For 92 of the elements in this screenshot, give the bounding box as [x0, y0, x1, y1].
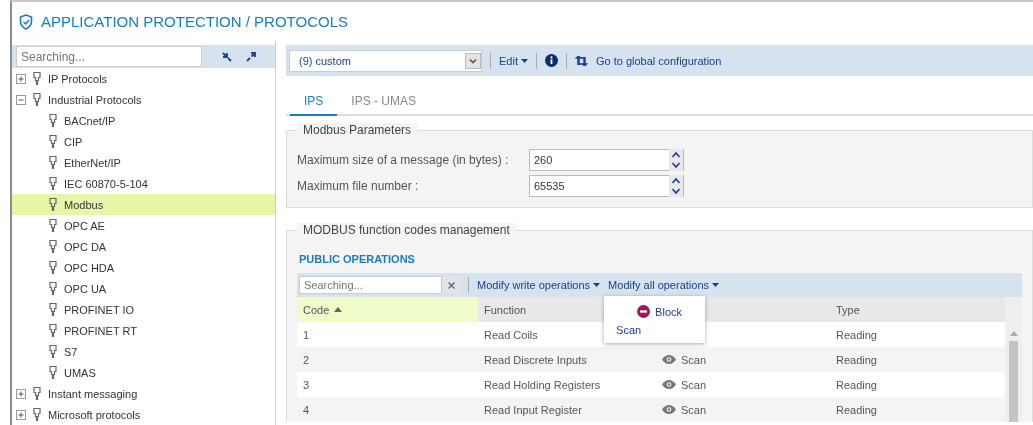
table-cell-text: Reading	[835, 378, 877, 391]
panel-legend: Modbus Parameters	[297, 123, 418, 137]
tree-item[interactable]: OPC DA	[12, 236, 275, 257]
pin-icon	[49, 324, 57, 337]
pin-icon	[49, 114, 57, 127]
section-heading: PUBLIC OPERATIONS	[299, 253, 416, 265]
tree-item[interactable]: PROFINET IO	[12, 299, 275, 320]
expand-all-icon[interactable]	[246, 51, 256, 62]
tree-item[interactable]: OPC AE	[12, 215, 275, 236]
field-label: Maximum size of a message (in bytes) :	[297, 153, 510, 167]
sort-ascending-icon	[334, 307, 343, 312]
swap-arrows-icon[interactable]	[574, 55, 588, 66]
pin-icon	[49, 177, 57, 190]
expand-icon[interactable]	[16, 388, 26, 399]
table-cell-text: 2	[302, 353, 310, 366]
caret-icon	[712, 283, 719, 287]
pin-icon	[49, 240, 57, 253]
field-label: Maximum file number :	[297, 179, 420, 193]
profile-select[interactable]: (9) custom	[289, 49, 482, 72]
tree-item[interactable]: S7	[12, 341, 275, 362]
table-cell-text: Read Input Register	[483, 403, 582, 416]
column-header[interactable]: Code	[297, 297, 478, 322]
tree-item[interactable]: EtherNet/IP	[12, 152, 275, 173]
clear-icon[interactable]	[443, 276, 460, 294]
table-cell-text: Read Holding Registers	[483, 378, 601, 391]
action-label: Scan	[681, 378, 707, 391]
menu-item[interactable]: Block	[604, 302, 706, 321]
tree-item[interactable]: UMAS	[12, 362, 275, 383]
tree-item[interactable]: IEC 60870-5-104	[12, 173, 275, 194]
tree-item[interactable]: CIP	[12, 131, 275, 152]
table-cell-text: Reading	[835, 328, 877, 341]
eye-icon	[662, 355, 676, 364]
pin-icon	[49, 261, 57, 274]
pin-icon	[49, 303, 57, 316]
caret-icon	[520, 58, 528, 63]
pin-icon	[49, 282, 57, 295]
pin-icon	[49, 156, 57, 169]
spinner-arrows-icon[interactable]	[669, 175, 683, 197]
tab[interactable]: IPS - UMAS	[337, 90, 431, 116]
table-cell-text: Reading	[835, 353, 877, 366]
pin-icon	[49, 366, 57, 379]
search-field[interactable]: Searching...	[16, 46, 202, 67]
tree-item[interactable]: OPC HDA	[12, 257, 275, 278]
tree-item[interactable]: BACnet/IP	[12, 110, 275, 131]
table-cell-text: 3	[302, 378, 310, 391]
edit-menu[interactable]: Edit	[499, 54, 528, 67]
tree-item[interactable]: OPC UA	[12, 278, 275, 299]
number-field[interactable]: 65535	[529, 175, 684, 197]
table-cell-text: 4	[302, 403, 310, 416]
table-cell-text: Reading	[835, 403, 877, 416]
number-field[interactable]: 260	[529, 149, 684, 171]
tree-item[interactable]: IP Protocols	[12, 68, 275, 89]
collapse-icon[interactable]	[16, 94, 26, 105]
tree-item[interactable]: Instant messaging	[12, 383, 275, 404]
tab[interactable]: IPS	[290, 90, 338, 116]
caret-icon	[593, 283, 601, 287]
pin-icon	[49, 135, 57, 148]
page-title: APPLICATION PROTECTION / PROTOCOLS	[41, 13, 348, 30]
table-cell-text: Read Discrete Inputs	[483, 353, 587, 366]
eye-icon	[662, 405, 676, 414]
pin-icon	[49, 198, 57, 211]
spinner-arrows-icon[interactable]	[669, 149, 683, 171]
operations-menu[interactable]: Modify write operations	[477, 279, 601, 291]
shield-icon	[19, 13, 33, 30]
eye-icon	[662, 380, 676, 389]
action-label: Scan	[681, 353, 707, 366]
operations-menu[interactable]: Modify all operations	[608, 279, 719, 291]
table-cell-text: Read Coils	[483, 328, 538, 341]
menu-item[interactable]: Scan	[604, 321, 706, 339]
table-cell-text: 1	[302, 328, 310, 341]
tree-item[interactable]: Microsoft protocols	[12, 404, 275, 425]
collapse-all-icon[interactable]	[222, 51, 232, 62]
expand-icon[interactable]	[16, 409, 26, 420]
search-field[interactable]: Searching...	[299, 276, 442, 294]
block-icon	[637, 305, 651, 318]
tree-item[interactable]: Modbus	[12, 194, 275, 215]
dropdown-icon[interactable]	[465, 52, 481, 69]
panel-legend: MODBUS function codes management	[297, 223, 516, 237]
column-header[interactable]: Type	[830, 297, 1005, 322]
pin-icon	[49, 219, 57, 232]
tree-item[interactable]: Industrial Protocols	[12, 89, 275, 110]
pin-icon	[33, 72, 41, 85]
scrollbar[interactable]	[1005, 297, 1022, 422]
action-label: Scan	[681, 403, 707, 416]
pin-icon	[49, 345, 57, 358]
pin-icon	[33, 93, 41, 106]
tree-item[interactable]: PROFINET RT	[12, 320, 275, 341]
pin-icon	[33, 408, 41, 421]
pin-icon	[33, 387, 41, 400]
global-config-link[interactable]: Go to global configuration	[595, 54, 722, 67]
expand-icon[interactable]	[16, 73, 26, 84]
info-icon[interactable]	[544, 54, 558, 67]
